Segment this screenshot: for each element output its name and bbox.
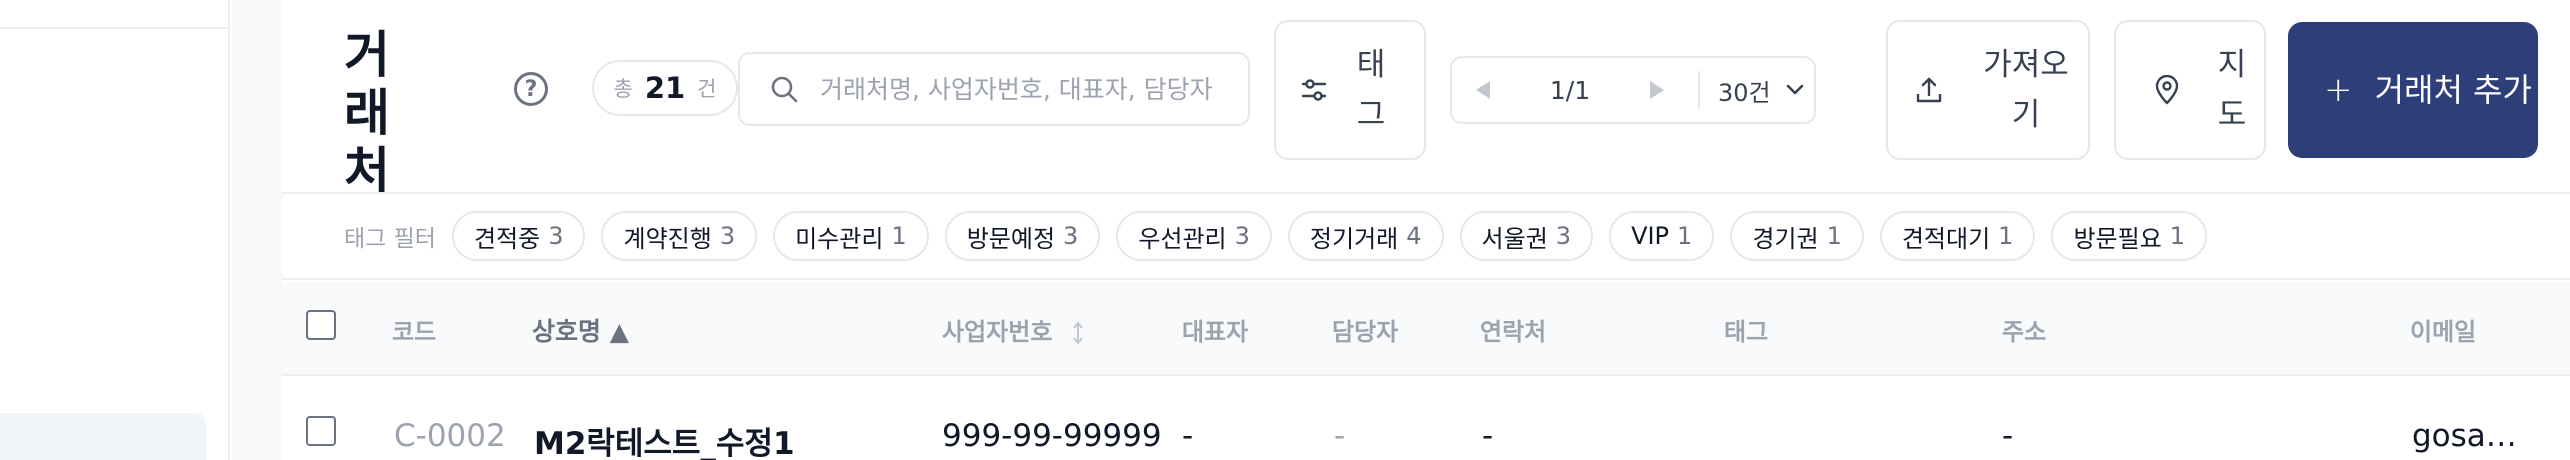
chip-count: 1 [1677, 222, 1693, 250]
pagination: 1/1 30건 [1450, 56, 1816, 124]
column-header-name[interactable]: 상호명 ▲ [532, 312, 629, 348]
page-indicator: 1/1 [1549, 75, 1591, 105]
chip-label: 정기거래 [1309, 224, 1399, 253]
plus-icon: + [2324, 70, 2353, 110]
table-row[interactable]: C-0002 M2락테스트_수정1 999-99-99999 - - - - g… [282, 378, 2570, 460]
content-panel: 거래처 ? 총 21 건 태그 [282, 0, 2570, 460]
cell-email: gosa… [2412, 418, 2517, 454]
map-button-label: 지도 [2217, 47, 2247, 133]
cell-manager: - [1334, 418, 1346, 454]
map-button[interactable]: 지도 [2114, 20, 2266, 160]
count-value: 21 [644, 71, 686, 105]
biz-no-label: 사업자번호 [942, 318, 1053, 346]
column-header-address[interactable]: 주소 [2002, 312, 2046, 347]
chip-count: 3 [548, 222, 564, 250]
filter-chip[interactable]: 방문필요 1 [2051, 211, 2208, 261]
add-client-button-label: 거래처 추가 [2374, 71, 2532, 109]
column-header-email[interactable]: 이메일 [2410, 312, 2476, 347]
tag-filter-label: 태그 필터 [344, 226, 436, 252]
chevron-left-icon [1476, 81, 1490, 99]
search-icon [771, 76, 798, 103]
chevron-right-icon [1650, 81, 1664, 99]
chip-count: 3 [1555, 222, 1572, 250]
cell-contact: - [1482, 418, 1494, 454]
chip-count: 3 [1234, 222, 1250, 250]
sidebar-divider [0, 27, 228, 29]
map-pin-icon [2155, 75, 2179, 105]
sliders-icon [1301, 79, 1327, 101]
add-client-button[interactable]: + 거래처 추가 [2288, 22, 2538, 158]
per-page-select[interactable]: 30건 [1700, 73, 1805, 108]
chip-count: 4 [1406, 222, 1422, 250]
main-area: 거래처 ? 총 21 건 태그 [232, 0, 2570, 460]
sidebar-item-active[interactable] [0, 413, 206, 460]
column-header-contact[interactable]: 연락처 [1480, 312, 1546, 347]
chip-count: 1 [1998, 222, 2014, 250]
cell-name[interactable]: M2락테스트_수정1 [534, 418, 795, 460]
filter-chip[interactable]: 정기거래 4 [1287, 211, 1444, 261]
next-page-button[interactable] [1626, 58, 1688, 122]
chip-label: 견적대기 [1901, 224, 1991, 253]
chip-count: 3 [719, 222, 736, 250]
column-header-ceo[interactable]: 대표자 [1182, 312, 1248, 347]
table-header: 코드 상호명 ▲ 사업자번호 대표자 담당자 연락처 태그 주소 이메일 [282, 282, 2570, 376]
count-prefix: 총 [613, 77, 633, 101]
import-button[interactable]: 가져오기 [1886, 20, 2090, 160]
search-box[interactable] [738, 52, 1250, 126]
tag-button[interactable]: 태그 [1274, 20, 1426, 160]
cell-biz-no: 999-99-99999 [942, 418, 1162, 454]
chip-label: 경기권 [1752, 224, 1819, 253]
help-icon[interactable]: ? [514, 72, 548, 106]
count-suffix: 건 [697, 77, 717, 101]
chip-label: 미수관리 [795, 224, 884, 253]
filter-chip[interactable]: 우선관리 3 [1116, 211, 1272, 261]
filter-chip[interactable]: 경기권 1 [1730, 211, 1864, 261]
upload-icon [1916, 77, 1942, 103]
filter-chip[interactable]: 견적중 3 [451, 211, 586, 261]
chip-label: 견적중 [473, 224, 541, 253]
cell-ceo: - [1182, 418, 1194, 454]
column-header-tags[interactable]: 태그 [1724, 312, 1768, 347]
column-header-code[interactable]: 코드 [392, 312, 436, 347]
chip-label: 서울권 [1481, 224, 1548, 253]
chip-label: VIP [1631, 222, 1670, 250]
tag-filter-bar: 태그 필터 견적중 3 계약진행 3 미수관리 1 방문예정 3 우선관리 3 정기거래 4… [282, 192, 2570, 280]
sort-icon [1072, 321, 1083, 345]
filter-chip[interactable]: 서울권 3 [1459, 211, 1594, 261]
chip-count: 1 [1826, 222, 1842, 250]
column-header-manager[interactable]: 담당자 [1332, 312, 1398, 347]
search-input[interactable] [820, 74, 1240, 104]
cell-code: C-0002 [394, 418, 506, 454]
select-all-checkbox[interactable] [306, 310, 336, 340]
sidebar [0, 0, 230, 460]
chip-count: 1 [2169, 222, 2186, 250]
cell-address: - [2002, 418, 2014, 454]
filter-chip[interactable]: VIP 1 [1609, 211, 1715, 261]
filter-chip[interactable]: 미수관리 1 [773, 211, 929, 261]
total-count-badge: 총 21 건 [592, 60, 738, 116]
filter-chip[interactable]: 계약진행 3 [601, 211, 758, 261]
chip-label: 방문예정 [966, 224, 1056, 253]
column-header-biz-no[interactable]: 사업자번호 [942, 312, 1085, 347]
row-checkbox[interactable] [306, 416, 336, 446]
tag-button-label: 태그 [1356, 47, 1386, 133]
chip-label: 방문필요 [2073, 224, 2162, 253]
per-page-value: 30건 [1718, 78, 1771, 107]
chip-count: 3 [1063, 222, 1079, 250]
chip-label: 계약진행 [623, 224, 712, 253]
prev-page-button[interactable] [1452, 58, 1514, 122]
filter-chip[interactable]: 견적대기 1 [1879, 211, 2036, 261]
import-button-label: 가져오기 [1983, 47, 2069, 133]
filter-chip[interactable]: 방문예정 3 [944, 211, 1101, 261]
page-title: 거래처 [344, 26, 391, 200]
chevron-down-icon [1786, 84, 1803, 95]
chip-count: 1 [891, 222, 907, 250]
chip-label: 우선관리 [1138, 224, 1227, 253]
